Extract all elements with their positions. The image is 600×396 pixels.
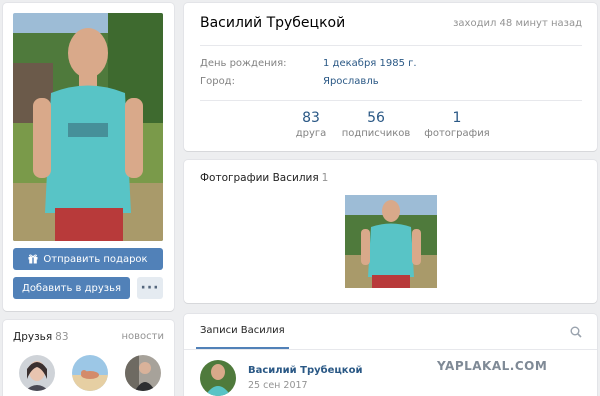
birthday-label: День рождения: xyxy=(200,58,287,69)
birthday-link[interactable]: 1 декабря 1985 г. xyxy=(323,58,417,69)
city-label: Город: xyxy=(200,76,235,87)
more-actions-label: ··· xyxy=(140,280,160,296)
photos-card: Фотографии Василия 1 xyxy=(184,160,597,303)
friends-title: Друзья xyxy=(13,331,53,343)
photos-title: Фотографии Василия xyxy=(200,172,319,184)
tab-wall-posts[interactable]: Записи Василия xyxy=(196,314,289,349)
photo-thumbnail[interactable] xyxy=(345,195,437,288)
profile-info-card: Василий Трубецкой заходил 48 минут назад… xyxy=(184,3,597,151)
avatar[interactable] xyxy=(200,360,236,396)
stat-value: 1 xyxy=(452,110,462,126)
stat-photos[interactable]: 1 фотография xyxy=(417,110,497,139)
post-avatar-image xyxy=(200,360,236,396)
page-title: Василий Трубецкой xyxy=(200,15,346,31)
friends-count: 83 xyxy=(55,331,69,343)
stat-label: подписчиков xyxy=(341,128,411,139)
last-seen-status: заходил 48 минут назад xyxy=(453,18,582,29)
friend-avatar[interactable] xyxy=(72,355,108,391)
avatar-card: Отправить подарок Добавить в друзья ··· xyxy=(3,3,174,311)
divider xyxy=(200,45,582,46)
divider xyxy=(200,100,582,101)
photos-header[interactable]: Фотографии Василия 1 xyxy=(200,172,328,184)
gift-icon xyxy=(28,254,38,264)
photos-count: 1 xyxy=(321,172,329,184)
send-gift-label: Отправить подарок xyxy=(43,253,148,265)
friend-avatar-image xyxy=(125,355,161,391)
friend-avatar[interactable] xyxy=(125,355,161,391)
search-icon[interactable] xyxy=(570,326,582,338)
stat-followers[interactable]: 56 подписчиков xyxy=(336,110,416,139)
friend-avatar-image xyxy=(19,355,55,391)
friends-news-link[interactable]: новости xyxy=(122,331,165,342)
post-date[interactable]: 25 сен 2017 xyxy=(248,380,308,391)
add-friend-label: Добавить в друзья xyxy=(22,282,121,294)
watermark: YAPLAKAL.COM xyxy=(437,359,548,373)
stat-label: фотография xyxy=(424,128,490,139)
photo-thumbnail-image xyxy=(345,195,437,288)
friends-card: Друзья 83 новости xyxy=(3,320,174,396)
profile-photo[interactable] xyxy=(13,13,163,241)
stat-value: 56 xyxy=(367,110,385,126)
friend-avatar-image xyxy=(72,355,108,391)
post-author-link[interactable]: Василий Трубецкой xyxy=(248,365,362,376)
more-actions-button[interactable]: ··· xyxy=(137,277,163,299)
add-friend-button[interactable]: Добавить в друзья xyxy=(13,277,130,299)
city-link[interactable]: Ярославль xyxy=(323,76,379,87)
divider xyxy=(184,349,597,350)
friend-avatar[interactable] xyxy=(19,355,55,391)
send-gift-button[interactable]: Отправить подарок xyxy=(13,248,163,270)
friends-header[interactable]: Друзья 83 xyxy=(13,331,69,343)
wall-card: Записи Василия Василий Трубецкой 25 сен … xyxy=(184,314,597,396)
profile-photo-image xyxy=(13,13,163,241)
